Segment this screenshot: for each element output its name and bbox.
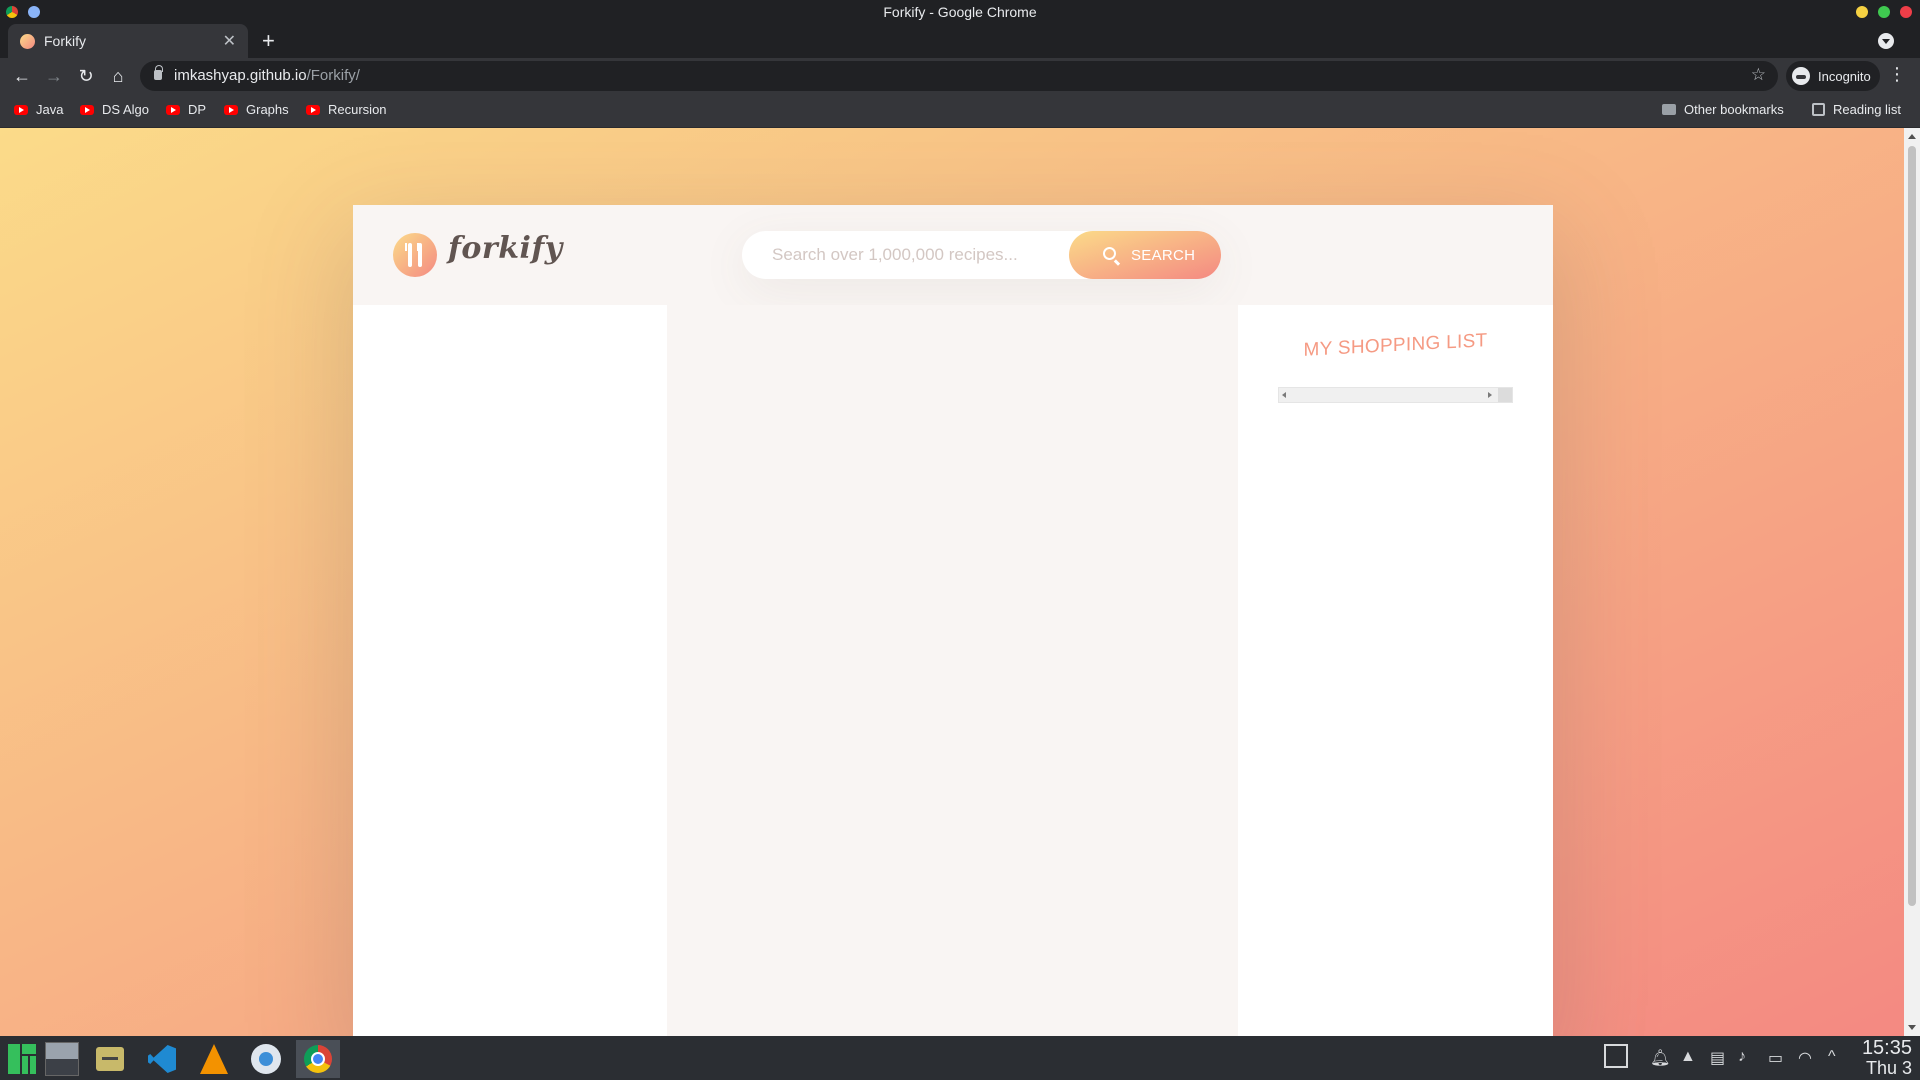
knife-icon bbox=[418, 243, 422, 267]
chrome-icon[interactable] bbox=[296, 1040, 340, 1078]
minimize-button[interactable] bbox=[1856, 6, 1868, 18]
home-icon[interactable]: ⌂ bbox=[106, 64, 130, 88]
tab-search-icon[interactable] bbox=[1878, 33, 1894, 49]
youtube-icon bbox=[306, 104, 320, 115]
window-controls bbox=[1856, 6, 1912, 18]
incognito-label: Incognito bbox=[1818, 69, 1871, 84]
incognito-icon bbox=[1792, 67, 1810, 85]
shopping-list-scrollbar[interactable] bbox=[1278, 387, 1513, 403]
clock[interactable]: 15:35 Thu 3 bbox=[1862, 1038, 1912, 1078]
scrollbar-thumb[interactable] bbox=[1908, 146, 1916, 906]
manjaro-menu-icon[interactable] bbox=[0, 1040, 44, 1078]
scroll-down-icon[interactable] bbox=[1908, 1025, 1916, 1030]
incognito-badge[interactable]: Incognito bbox=[1786, 61, 1880, 91]
bookmark-star-icon[interactable]: ☆ bbox=[1751, 65, 1766, 85]
browser-toolbar: ← → ↻ ⌂ imkashyap.github.io/Forkify/ ☆ I… bbox=[0, 58, 1920, 94]
search-results-panel bbox=[353, 305, 667, 1036]
reading-list[interactable]: Reading list bbox=[1812, 102, 1901, 117]
clipboard-icon[interactable]: ▤ bbox=[1710, 1048, 1725, 1068]
search-button[interactable]: SEARCH bbox=[1069, 231, 1221, 279]
address-bar[interactable]: imkashyap.github.io/Forkify/ ☆ bbox=[140, 61, 1778, 91]
bookmark-recursion[interactable]: Recursion bbox=[306, 102, 387, 117]
vlc-icon[interactable] bbox=[192, 1040, 236, 1078]
scroll-up-icon[interactable] bbox=[1908, 134, 1916, 139]
forward-icon[interactable]: → bbox=[42, 64, 66, 88]
notifications-icon[interactable]: 🔔︎ bbox=[1650, 1048, 1670, 1068]
forkify-favicon-icon bbox=[20, 34, 35, 49]
fork-icon bbox=[405, 243, 419, 267]
tab-label: Forkify bbox=[44, 33, 86, 49]
youtube-icon bbox=[14, 104, 28, 115]
file-manager-icon[interactable] bbox=[88, 1040, 132, 1078]
show-desktop-icon[interactable] bbox=[40, 1040, 84, 1078]
scroll-corner bbox=[1498, 388, 1512, 402]
bookmark-dp[interactable]: DP bbox=[166, 102, 206, 117]
window-titlebar: Forkify - Google Chrome bbox=[0, 0, 1920, 24]
tab-close-icon[interactable]: ✕ bbox=[223, 31, 236, 51]
clock-time: 15:35 bbox=[1861, 1037, 1912, 1059]
forkify-logo-icon bbox=[393, 233, 437, 277]
bookmarks-bar: Java DS Algo DP Graphs Recursion Other b… bbox=[0, 94, 1920, 128]
folder-icon bbox=[1662, 104, 1676, 115]
back-icon[interactable]: ← bbox=[10, 64, 34, 88]
tab-strip: Forkify ✕ + bbox=[0, 24, 1920, 58]
search-button-label: SEARCH bbox=[1131, 247, 1196, 264]
search-icon bbox=[1103, 247, 1116, 260]
app-header: forkify SEARCH bbox=[353, 205, 1553, 305]
maximize-button[interactable] bbox=[1878, 6, 1890, 18]
url-text[interactable]: imkashyap.github.io/Forkify/ bbox=[174, 67, 360, 84]
vscode-icon[interactable] bbox=[140, 1040, 184, 1078]
page-viewport: forkify SEARCH MY SHOPPING LIST bbox=[0, 128, 1904, 1036]
menu-kebab-icon[interactable]: ⋮ bbox=[1888, 64, 1906, 85]
scroll-right-icon[interactable] bbox=[1488, 392, 1492, 398]
lock-icon[interactable] bbox=[154, 65, 163, 80]
updates-icon[interactable]: ▲ bbox=[1680, 1048, 1696, 1066]
screen-icon[interactable] bbox=[1604, 1044, 1628, 1068]
shopping-list-panel: MY SHOPPING LIST bbox=[1238, 305, 1553, 1036]
volume-icon[interactable]: ♪ bbox=[1738, 1048, 1746, 1066]
reload-icon[interactable]: ↻ bbox=[74, 64, 98, 88]
battery-icon[interactable]: ▭ bbox=[1768, 1048, 1783, 1068]
youtube-icon bbox=[166, 104, 180, 115]
new-tab-button[interactable]: + bbox=[262, 28, 275, 54]
page-scrollbar[interactable] bbox=[1904, 128, 1920, 1036]
other-bookmarks[interactable]: Other bookmarks bbox=[1662, 102, 1784, 117]
youtube-icon bbox=[224, 104, 238, 115]
window-title: Forkify - Google Chrome bbox=[883, 4, 1037, 20]
bookmark-java[interactable]: Java bbox=[14, 102, 63, 117]
forkify-app-container: forkify SEARCH MY SHOPPING LIST bbox=[353, 205, 1553, 1036]
youtube-icon bbox=[80, 104, 94, 115]
brand-name: forkify bbox=[448, 231, 563, 266]
tab-forkify[interactable]: Forkify ✕ bbox=[8, 24, 248, 58]
close-window-button[interactable] bbox=[1900, 6, 1912, 18]
search-input[interactable] bbox=[742, 231, 1072, 279]
kde-connect-icon[interactable] bbox=[244, 1040, 288, 1078]
bookmark-ds-algo[interactable]: DS Algo bbox=[80, 102, 149, 117]
scroll-left-icon[interactable] bbox=[1282, 392, 1286, 398]
search-form: SEARCH bbox=[742, 231, 1221, 279]
wifi-icon[interactable]: ◠ bbox=[1798, 1048, 1812, 1068]
bookmark-graphs[interactable]: Graphs bbox=[224, 102, 289, 117]
recipe-panel bbox=[667, 305, 1238, 1036]
shopping-list-title: MY SHOPPING LIST bbox=[1303, 330, 1488, 361]
taskbar: 🔔︎ ▲ ▤ ♪ ▭ ◠ ^ 15:35 Thu 3 bbox=[0, 1036, 1920, 1080]
tray-expand-icon[interactable]: ^ bbox=[1828, 1048, 1836, 1066]
reading-list-icon bbox=[1812, 103, 1825, 116]
clock-day: Thu 3 bbox=[1865, 1058, 1912, 1078]
